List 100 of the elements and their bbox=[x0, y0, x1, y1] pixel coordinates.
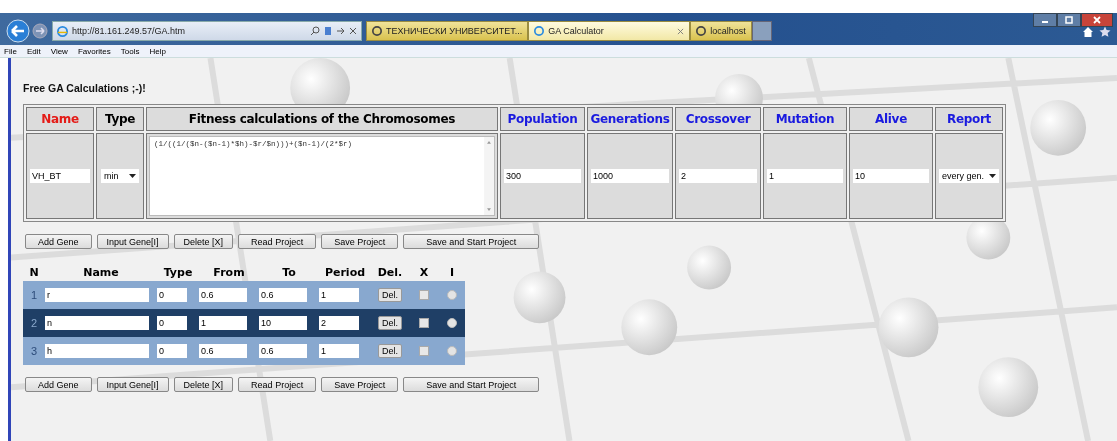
go-icon[interactable] bbox=[336, 26, 346, 36]
action-button[interactable]: Input Gene[I] bbox=[96, 234, 169, 249]
browser-icon bbox=[57, 25, 68, 37]
menu-item[interactable]: Help bbox=[149, 46, 166, 56]
address-bar[interactable]: http://81.161.249.57/GA.htm bbox=[52, 21, 362, 41]
period-field[interactable]: 1 bbox=[319, 288, 359, 302]
column-header: Generations bbox=[587, 107, 673, 131]
to-field[interactable]: 10 bbox=[259, 316, 307, 330]
menu-item[interactable]: File bbox=[4, 46, 17, 56]
gene-row[interactable]: 3 h 0 0.6 0.6 1 Del. bbox=[23, 337, 465, 365]
number-field[interactable]: 300 bbox=[504, 169, 581, 183]
column-header: From bbox=[212, 265, 246, 279]
to-field[interactable]: 0.6 bbox=[259, 288, 307, 302]
search-icon[interactable] bbox=[310, 26, 320, 36]
column-header: Type bbox=[96, 107, 144, 131]
caret-icon bbox=[989, 174, 996, 178]
column-header: I bbox=[448, 265, 456, 279]
action-button[interactable]: Read Project bbox=[238, 377, 317, 392]
number-field[interactable]: 10 bbox=[853, 169, 929, 183]
name-field[interactable]: h bbox=[45, 344, 149, 358]
row-number: 1 bbox=[29, 289, 39, 301]
column-header: Report bbox=[935, 107, 1003, 131]
star-icon[interactable] bbox=[1099, 26, 1111, 38]
name-field[interactable]: VH_BT bbox=[30, 169, 90, 183]
name-field[interactable]: r bbox=[45, 288, 149, 302]
action-button[interactable]: Save and Start Project bbox=[403, 234, 540, 249]
radio-button[interactable] bbox=[447, 346, 457, 356]
scrollbar[interactable] bbox=[484, 137, 494, 215]
number-field[interactable]: 1000 bbox=[591, 169, 669, 183]
number-field[interactable]: 2 bbox=[679, 169, 757, 183]
type-field[interactable]: 0 bbox=[157, 316, 187, 330]
action-button[interactable]: Delete [X] bbox=[173, 234, 234, 249]
column-header: Del. bbox=[376, 265, 404, 279]
radio-button[interactable] bbox=[447, 290, 457, 300]
browser-tab[interactable]: GA Calculator bbox=[528, 21, 691, 41]
type-field[interactable]: 0 bbox=[157, 344, 187, 358]
close-icon[interactable] bbox=[677, 27, 685, 35]
action-button[interactable]: Add Gene bbox=[25, 377, 92, 392]
row-number: 3 bbox=[29, 345, 39, 357]
column-header: Type bbox=[162, 265, 194, 279]
browser-tab[interactable]: ТЕХНИЧЕСКИ УНИВЕРСИТЕТ... bbox=[366, 21, 529, 41]
report-select[interactable]: every gen. bbox=[939, 169, 999, 183]
from-field[interactable]: 0.6 bbox=[199, 344, 247, 358]
delete-button[interactable]: Del. bbox=[378, 316, 402, 330]
checkbox[interactable] bbox=[419, 346, 429, 356]
page-title: Free GA Calculations ;-)! bbox=[23, 82, 147, 94]
page-icon bbox=[696, 26, 707, 36]
action-button[interactable]: Save Project bbox=[321, 234, 399, 249]
column-header: Name bbox=[82, 265, 120, 279]
gene-row[interactable]: 2 n 0 1 10 2 Del. bbox=[23, 309, 465, 337]
column-header: Name bbox=[26, 107, 94, 131]
column-header: Fitness calculations of the Chromosomes bbox=[146, 107, 498, 131]
column-header: X bbox=[418, 265, 430, 279]
maximize-icon bbox=[1065, 16, 1073, 24]
menu-item[interactable]: Favorites bbox=[77, 46, 111, 56]
number-field[interactable]: 1 bbox=[767, 169, 843, 183]
radio-button[interactable] bbox=[447, 318, 457, 328]
page-icon bbox=[372, 26, 382, 36]
delete-button[interactable]: Del. bbox=[378, 344, 402, 358]
menu-item[interactable]: Edit bbox=[26, 46, 41, 56]
menu-item[interactable]: Tools bbox=[120, 46, 140, 56]
period-field[interactable]: 2 bbox=[319, 316, 359, 330]
checkbox[interactable] bbox=[419, 318, 429, 328]
row-number: 2 bbox=[29, 317, 39, 329]
action-button[interactable]: Add Gene bbox=[25, 234, 92, 249]
column-header: Mutation bbox=[763, 107, 847, 131]
action-button[interactable]: Delete [X] bbox=[173, 377, 234, 392]
caret-icon bbox=[129, 174, 136, 178]
column-header: Crossover bbox=[675, 107, 761, 131]
home-icon[interactable] bbox=[1082, 26, 1094, 38]
forward-icon[interactable] bbox=[32, 23, 48, 39]
action-button[interactable]: Read Project bbox=[238, 234, 317, 249]
page-icon bbox=[534, 26, 545, 36]
to-field[interactable]: 0.6 bbox=[259, 344, 307, 358]
refresh-icon[interactable] bbox=[323, 26, 333, 36]
action-button[interactable]: Input Gene[I] bbox=[96, 377, 169, 392]
close-icon[interactable] bbox=[349, 27, 357, 35]
checkbox[interactable] bbox=[419, 290, 429, 300]
browser-tab[interactable]: localhost bbox=[690, 21, 752, 41]
name-field[interactable]: n bbox=[45, 316, 149, 330]
delete-button[interactable]: Del. bbox=[378, 288, 402, 302]
menu-item[interactable]: View bbox=[50, 46, 68, 56]
close-icon bbox=[1093, 16, 1101, 24]
gene-row[interactable]: 1 r 0 0.6 0.6 1 Del. bbox=[23, 281, 465, 309]
back-icon[interactable] bbox=[6, 19, 30, 43]
action-button[interactable]: Save Project bbox=[321, 377, 399, 392]
period-field[interactable]: 1 bbox=[319, 344, 359, 358]
column-header: N bbox=[28, 265, 40, 279]
from-field[interactable]: 1 bbox=[199, 316, 247, 330]
column-header: Alive bbox=[849, 107, 933, 131]
minimize-button[interactable] bbox=[1033, 13, 1057, 27]
type-field[interactable]: 0 bbox=[157, 288, 187, 302]
url-text: http://81.161.249.57/GA.htm bbox=[72, 26, 187, 36]
close-button[interactable] bbox=[1081, 13, 1113, 27]
type-select[interactable]: min bbox=[101, 169, 139, 183]
from-field[interactable]: 0.6 bbox=[199, 288, 247, 302]
maximize-button[interactable] bbox=[1057, 13, 1081, 27]
action-button[interactable]: Save and Start Project bbox=[403, 377, 540, 392]
column-header: Population bbox=[500, 107, 585, 131]
column-header: To bbox=[281, 265, 297, 279]
